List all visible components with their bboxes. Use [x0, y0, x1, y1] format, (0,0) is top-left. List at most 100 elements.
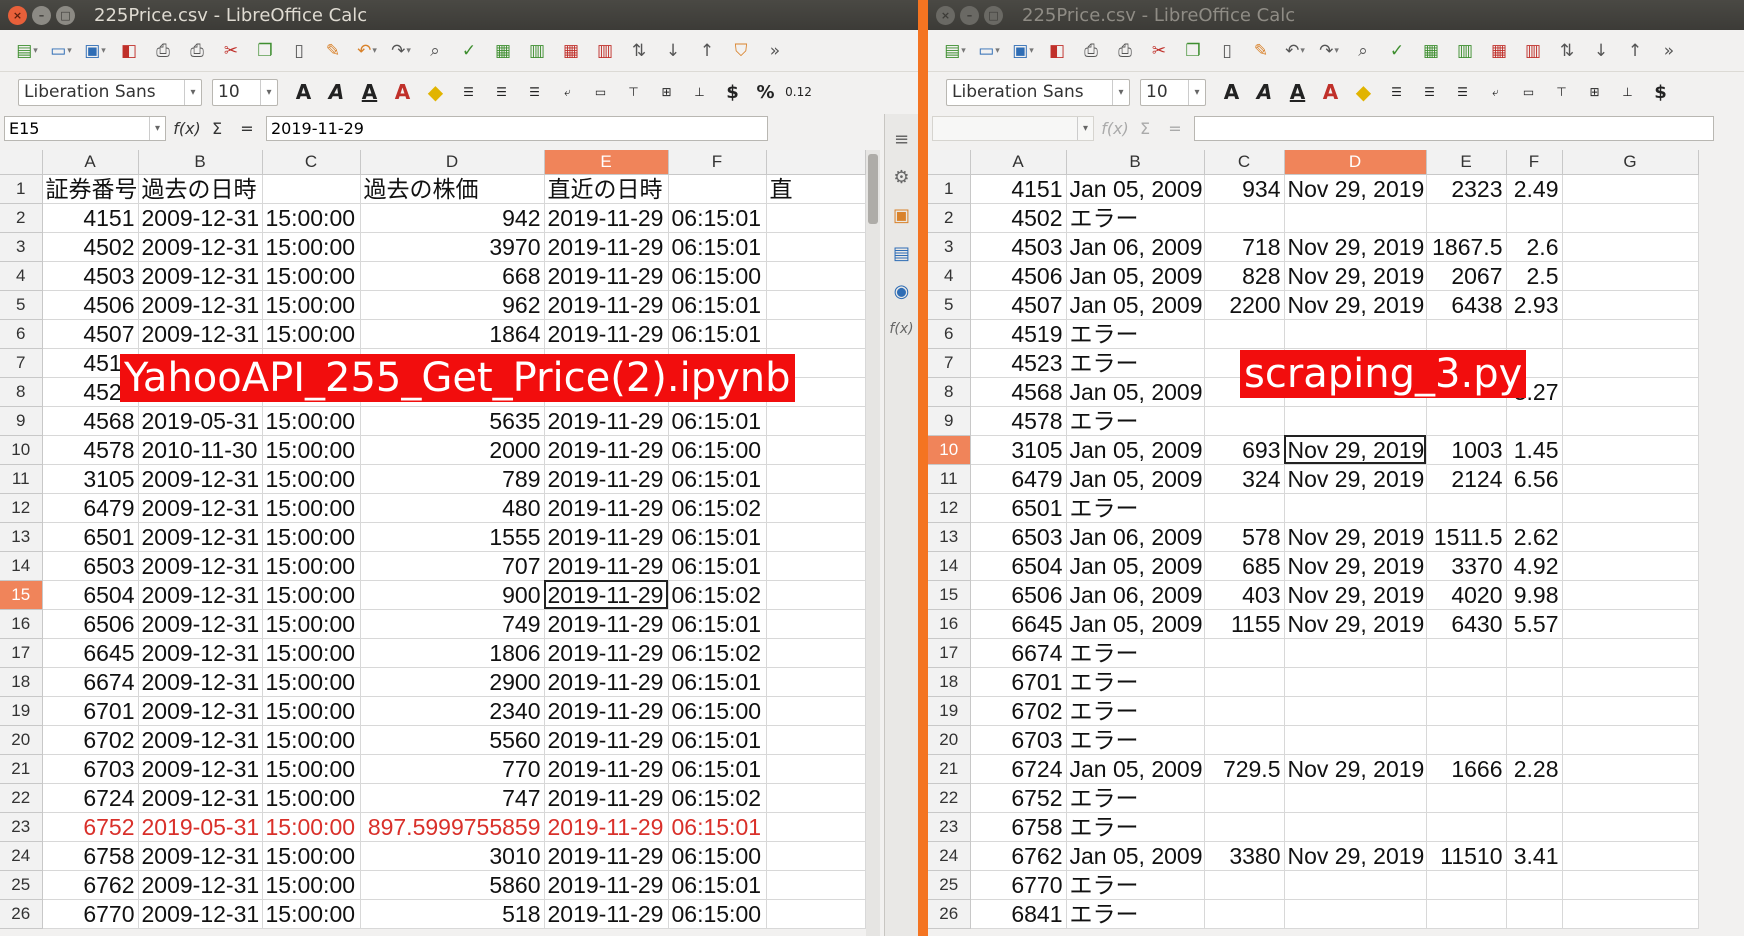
function-wizard-icon[interactable]: f(x)	[172, 119, 202, 138]
cell[interactable]: 2019-11-29	[544, 232, 669, 262]
cell[interactable]: 1864	[360, 319, 545, 349]
column-header-f[interactable]: F	[668, 150, 767, 175]
cell[interactable]: 3105	[42, 464, 139, 494]
cell[interactable]: 2.5	[1506, 261, 1563, 291]
cell[interactable]: 3010	[360, 841, 545, 871]
spelling-icon[interactable]: ✓	[1384, 38, 1410, 64]
cell[interactable]: 2019-11-29	[544, 522, 669, 552]
cell[interactable]	[1426, 783, 1507, 813]
equals-icon[interactable]: =	[232, 119, 262, 138]
cell[interactable]	[1204, 783, 1285, 813]
cell[interactable]: 6479	[42, 493, 139, 523]
cell[interactable]	[766, 841, 866, 871]
cell[interactable]	[1426, 812, 1507, 842]
cell[interactable]	[766, 319, 866, 349]
cell[interactable]	[1284, 203, 1427, 233]
cell[interactable]	[1284, 696, 1427, 726]
cell[interactable]	[1562, 638, 1699, 668]
cell[interactable]: 06:15:02	[668, 638, 767, 668]
find-replace-icon[interactable]: ⌕	[422, 38, 448, 64]
cell[interactable]: 2019-11-29	[544, 551, 669, 581]
cell[interactable]: 3380	[1204, 841, 1285, 871]
cell[interactable]: 2009-12-31	[138, 754, 263, 784]
font-color-icon[interactable]: A	[389, 79, 416, 106]
column-header-e[interactable]: E	[1426, 150, 1507, 175]
cell[interactable]: 6645	[42, 638, 139, 668]
cell[interactable]: 2019-11-29	[544, 783, 669, 813]
row-header[interactable]: 21	[0, 754, 43, 784]
cell[interactable]: 15:00:00	[262, 232, 361, 262]
cell[interactable]: 5.57	[1506, 609, 1563, 639]
cell[interactable]: 06:15:02	[668, 493, 767, 523]
maximize-window-button[interactable]: □	[984, 5, 1003, 25]
column-header-a[interactable]: A	[42, 150, 139, 175]
cell[interactable]: 06:15:00	[668, 435, 767, 465]
cell[interactable]: エラー	[1066, 319, 1205, 349]
cell[interactable]: 6702	[970, 696, 1067, 726]
cell[interactable]	[1506, 725, 1563, 755]
cell[interactable]: 2009-12-31	[138, 522, 263, 552]
cell[interactable]: 2009-12-31	[138, 638, 263, 668]
cell[interactable]: 324	[1204, 464, 1285, 494]
cell[interactable]: 789	[360, 464, 545, 494]
cell[interactable]: エラー	[1066, 493, 1205, 523]
column-header-f[interactable]: F	[1506, 150, 1563, 175]
column-header-c[interactable]: C	[262, 150, 361, 175]
cell[interactable]: 6503	[970, 522, 1067, 552]
row-header[interactable]: 3	[0, 232, 43, 262]
cell[interactable]: 2067	[1426, 261, 1507, 291]
row-header[interactable]: 18	[928, 667, 971, 697]
cell[interactable]: 4506	[42, 290, 139, 320]
cell[interactable]	[1204, 725, 1285, 755]
align-middle-icon[interactable]: ⊞	[1581, 79, 1608, 106]
cell[interactable]: 06:15:02	[668, 783, 767, 813]
cell[interactable]: 2019-11-29	[544, 899, 669, 929]
cell[interactable]: 4151	[970, 174, 1067, 204]
cut-icon[interactable]: ✂	[218, 38, 244, 64]
cell[interactable]: 2010-11-30	[138, 435, 263, 465]
cell[interactable]: Nov 29, 2019	[1284, 435, 1427, 465]
clone-formatting-icon[interactable]: ✎	[1248, 38, 1274, 64]
cell[interactable]	[1506, 406, 1563, 436]
cell[interactable]: 6430	[1426, 609, 1507, 639]
cell[interactable]: 4507	[42, 319, 139, 349]
row-header[interactable]: 23	[928, 812, 971, 842]
cell[interactable]: 4502	[970, 203, 1067, 233]
row-header[interactable]: 25	[0, 870, 43, 900]
print-icon[interactable]: ⎙	[1078, 38, 1104, 64]
cell[interactable]: 2009-12-31	[138, 290, 263, 320]
minimize-window-button[interactable]: –	[960, 5, 979, 25]
cell[interactable]: 2009-12-31	[138, 580, 263, 610]
cell[interactable]: 1806	[360, 638, 545, 668]
cell[interactable]: Nov 29, 2019	[1284, 261, 1427, 291]
cell[interactable]: 2000	[360, 435, 545, 465]
font-color-icon[interactable]: A	[1317, 79, 1344, 106]
row-header[interactable]: 4	[928, 261, 971, 291]
cell[interactable]	[1284, 783, 1427, 813]
cell[interactable]: 6770	[970, 870, 1067, 900]
cell[interactable]: 6752	[970, 783, 1067, 813]
cell[interactable]: Jan 05, 2009	[1066, 290, 1205, 320]
row-header[interactable]: 2	[0, 203, 43, 233]
cell[interactable]	[1562, 812, 1699, 842]
chevron-down-icon[interactable]: ▾	[1188, 79, 1205, 105]
row-header[interactable]: 1	[928, 174, 971, 204]
cell[interactable]	[1506, 812, 1563, 842]
cell[interactable]: Nov 29, 2019	[1284, 174, 1427, 204]
cell[interactable]: Nov 29, 2019	[1284, 232, 1427, 262]
cell[interactable]: 2.6	[1506, 232, 1563, 262]
cell[interactable]: 5635	[360, 406, 545, 436]
cell[interactable]	[1284, 870, 1427, 900]
cell[interactable]: 4523	[970, 348, 1067, 378]
cell[interactable]	[1562, 696, 1699, 726]
cell[interactable]	[1562, 899, 1699, 929]
cell[interactable]: 15:00:00	[262, 522, 361, 552]
row-header[interactable]: 26	[0, 899, 43, 929]
cell[interactable]: 06:15:00	[668, 696, 767, 726]
function-wizard-icon[interactable]: f(x)	[1100, 119, 1130, 138]
cell[interactable]	[1562, 232, 1699, 262]
cell[interactable]	[1562, 290, 1699, 320]
italic-icon[interactable]: A	[323, 79, 350, 106]
row-header[interactable]: 16	[0, 609, 43, 639]
cell[interactable]	[1506, 203, 1563, 233]
